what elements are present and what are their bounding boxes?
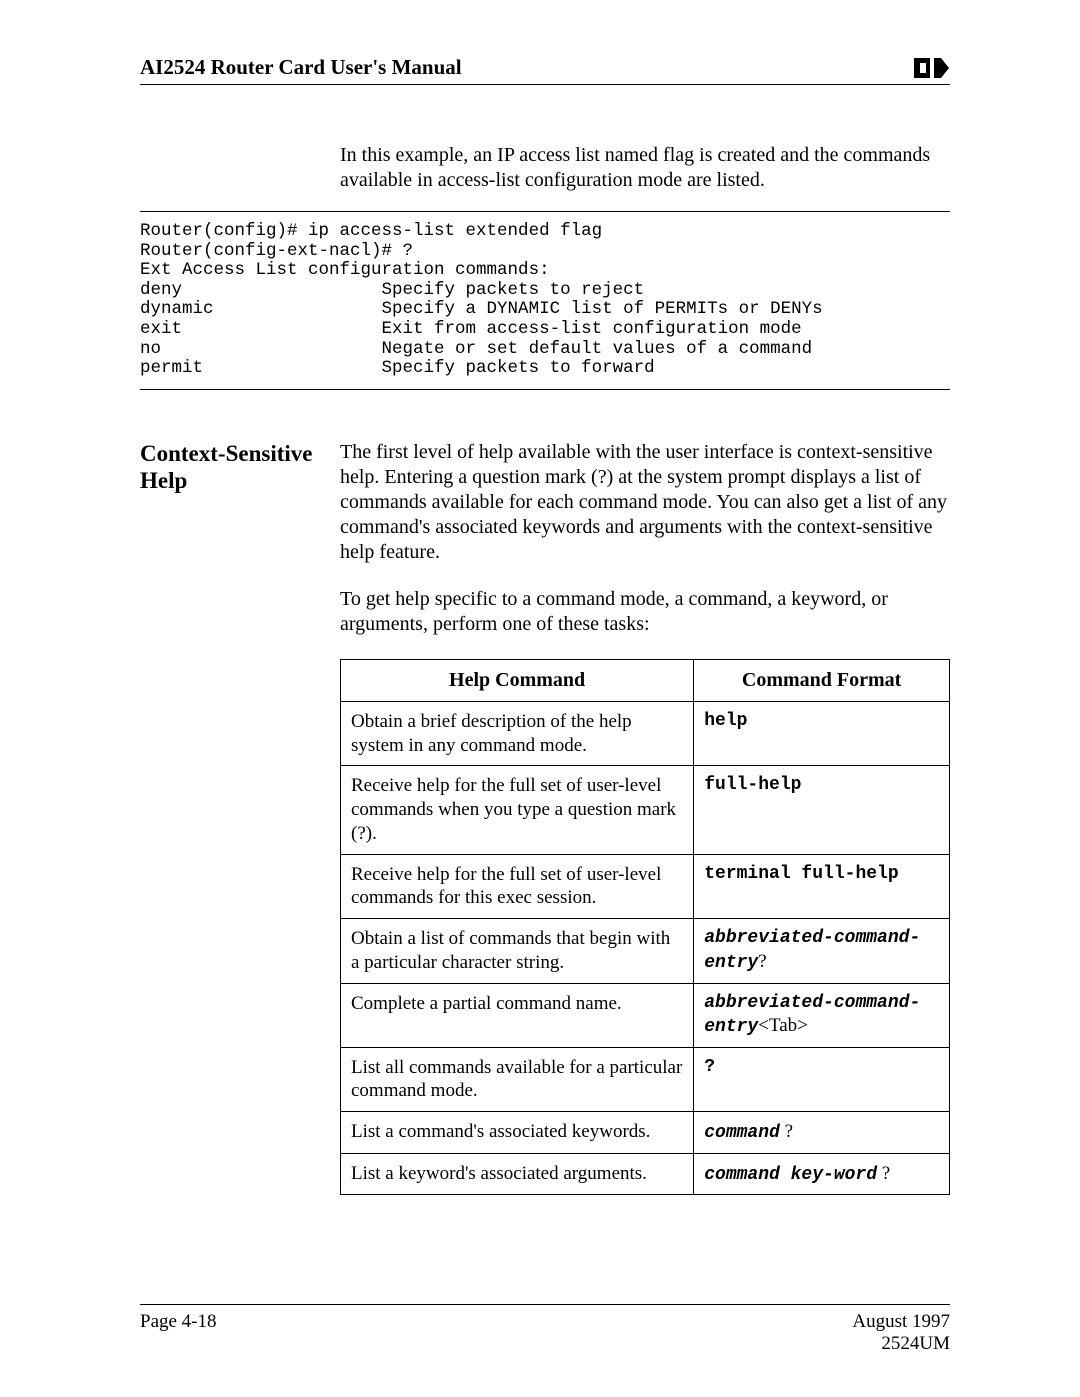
table-row: Receive help for the full set of user-le… (341, 766, 950, 854)
section-heading: Context-Sensitive Help (140, 440, 340, 495)
table-row: Obtain a brief description of the help s… (341, 701, 950, 766)
table-row: List all commands available for a partic… (341, 1047, 950, 1112)
table-row: List a command's associated keywords.com… (341, 1112, 950, 1154)
page-number: Page 4-18 (140, 1311, 217, 1355)
table-row: List a keyword's associated arguments.co… (341, 1153, 950, 1195)
page-footer: Page 4-18 August 1997 2524UM (140, 1304, 950, 1355)
help-command-cell: List all commands available for a partic… (341, 1047, 694, 1112)
command-format-cell: ? (694, 1047, 950, 1112)
help-table: Help Command Command Format Obtain a bri… (340, 659, 950, 1195)
brand-logo-icon (914, 56, 950, 80)
section-body: The first level of help available with t… (340, 440, 950, 1195)
table-header: Help Command (341, 659, 694, 701)
command-format-cell: abbreviated-command-entry<Tab> (694, 983, 950, 1047)
divider (140, 211, 950, 212)
table-row: Obtain a list of commands that begin wit… (341, 919, 950, 984)
section-paragraph: To get help specific to a command mode, … (340, 587, 950, 637)
intro-paragraph: In this example, an IP access list named… (340, 143, 950, 193)
table-header-row: Help Command Command Format (341, 659, 950, 701)
command-format-cell: abbreviated-command-entry? (694, 919, 950, 984)
page-header: AI2524 Router Card User's Manual (140, 55, 950, 85)
table-row: Complete a partial command name.abbrevia… (341, 983, 950, 1047)
code-sample: Router(config)# ip access-list extended … (140, 222, 950, 379)
help-command-cell: List a command's associated keywords. (341, 1112, 694, 1154)
table-row: Receive help for the full set of user-le… (341, 854, 950, 919)
help-command-cell: Obtain a list of commands that begin wit… (341, 919, 694, 984)
section: Context-Sensitive Help The first level o… (140, 440, 950, 1195)
footer-docid: 2524UM (852, 1333, 950, 1355)
command-format-cell: command key-word ? (694, 1153, 950, 1195)
manual-title: AI2524 Router Card User's Manual (140, 55, 462, 80)
section-paragraph: The first level of help available with t… (340, 440, 950, 565)
help-command-cell: Receive help for the full set of user-le… (341, 854, 694, 919)
divider (140, 389, 950, 390)
table-header: Command Format (694, 659, 950, 701)
help-command-cell: List a keyword's associated arguments. (341, 1153, 694, 1195)
command-format-cell: full-help (694, 766, 950, 854)
page: AI2524 Router Card User's Manual In this… (0, 0, 1080, 1397)
command-format-cell: command ? (694, 1112, 950, 1154)
footer-date: August 1997 (852, 1311, 950, 1333)
help-command-cell: Obtain a brief description of the help s… (341, 701, 694, 766)
footer-right: August 1997 2524UM (852, 1311, 950, 1355)
command-format-cell: help (694, 701, 950, 766)
help-command-cell: Complete a partial command name. (341, 983, 694, 1047)
command-format-cell: terminal full-help (694, 854, 950, 919)
help-command-cell: Receive help for the full set of user-le… (341, 766, 694, 854)
